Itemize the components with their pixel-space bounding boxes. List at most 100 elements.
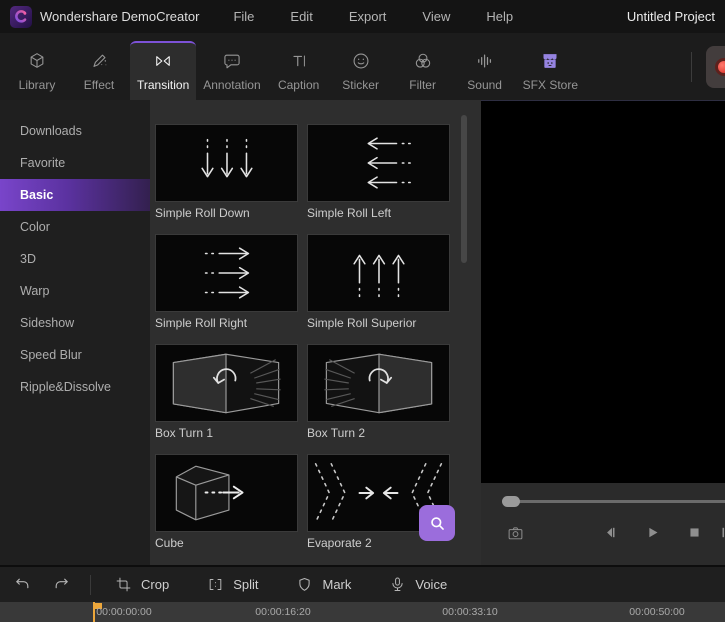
tab-label: Library [18,78,56,92]
timeline-timestamp: 00:00:16:20 [255,606,311,618]
transitions-grid: Simple Roll Down Simple Roll Left Simple… [155,124,481,551]
seek-handle[interactable] [502,496,520,507]
playhead-marker[interactable] [93,602,102,622]
transition-thumbnail[interactable] [307,234,450,312]
transition-thumbnail[interactable] [155,344,298,422]
menu-export[interactable]: Export [349,9,387,24]
transition-item-cube[interactable]: Cube [155,454,298,551]
sfx-store-icon [540,51,560,71]
app-window: Wondershare DemoCreator File Edit Export Vi… [0,0,725,622]
next-frame-button[interactable] [719,525,725,540]
menu-file[interactable]: File [233,9,254,24]
tab-label: Annotation [203,78,261,92]
filter-circles-icon [413,51,433,71]
scrollbar[interactable] [461,115,467,263]
transition-item-simple-roll-left[interactable]: Simple Roll Left [307,124,450,221]
main-area: Downloads Favorite Basic Color 3D Warp Sidesho… [0,100,725,565]
transition-name: Box Turn 2 [307,426,366,440]
crop-icon [115,576,132,593]
transition-item-simple-roll-right[interactable]: Simple Roll Right [155,234,298,331]
transition-name: Cube [155,536,184,550]
tab-sound[interactable]: Sound [454,41,516,100]
menu-bar: File Edit Export View Help [233,9,513,24]
category-sidebar: Downloads Favorite Basic Color 3D Warp Sidesho… [0,100,150,565]
transition-name: Simple Roll Down [155,206,250,220]
tab-library[interactable]: Library [6,41,68,100]
split-button[interactable]: Split [207,576,258,593]
titlebar: Wondershare DemoCreator File Edit Export Vi… [0,0,725,33]
app-title: Wondershare DemoCreator [40,9,200,24]
redo-button[interactable] [53,576,70,593]
tab-bar: Library Effect Transition Annotation Cap… [0,33,725,100]
transition-thumbnail[interactable] [155,454,298,532]
sidebar-item-color[interactable]: Color [0,211,150,243]
tab-label: Transition [137,78,190,92]
undo-icon [14,576,31,593]
tab-filter[interactable]: Filter [392,41,454,100]
timeline-timestamp: 00:00:50:00 [629,606,685,618]
tab-label: Filter [409,78,436,92]
sidebar-item-warp[interactable]: Warp [0,275,150,307]
transition-item-box-turn-1[interactable]: Box Turn 1 [155,344,298,441]
tool-label: Mark [322,577,352,592]
transition-thumbnail[interactable] [155,234,298,312]
transitions-panel: Simple Roll Down Simple Roll Left Simple… [150,100,481,565]
transition-item-box-turn-2[interactable]: Box Turn 2 [307,344,450,441]
transition-bowtie-icon [153,51,173,71]
transition-thumbnail[interactable] [307,344,450,422]
sidebar-item-sideshow[interactable]: Sideshow [0,307,150,339]
tab-label: Effect [83,78,115,92]
search-button[interactable] [419,505,455,541]
tab-label: SFX Store [522,78,578,92]
sticker-smiley-icon [351,51,371,71]
seek-bar[interactable] [507,500,725,503]
stop-icon [687,525,702,540]
transition-thumbnail[interactable] [155,124,298,202]
menu-view[interactable]: View [422,9,450,24]
record-button[interactable] [706,46,725,88]
library-cube-icon [27,51,47,71]
snapshot-button[interactable] [507,525,524,542]
sidebar-item-favorite[interactable]: Favorite [0,147,150,179]
transition-name: Simple Roll Right [155,316,248,330]
sidebar-item-3d[interactable]: 3D [0,243,150,275]
tab-sticker[interactable]: Sticker [330,41,392,100]
stop-button[interactable] [687,525,702,540]
sidebar-item-speed-blur[interactable]: Speed Blur [0,339,150,371]
play-button[interactable] [645,525,660,540]
sidebar-item-basic[interactable]: Basic [0,179,150,211]
redo-icon [53,576,70,593]
menu-edit[interactable]: Edit [290,9,312,24]
tab-sfx-store[interactable]: SFX Store [516,41,585,100]
tab-label: Sound [467,78,502,92]
next-frame-icon [719,525,725,540]
timeline-ruler[interactable]: 00:00:00:00 00:00:16:20 00:00:33:10 00:00:5… [0,602,725,622]
preview-panel [481,100,725,565]
sidebar-item-downloads[interactable]: Downloads [0,115,150,147]
playback-controls [481,483,725,565]
transition-item-simple-roll-down[interactable]: Simple Roll Down [155,124,298,221]
tool-label: Voice [415,577,448,592]
project-title: Untitled Project [626,9,715,24]
mark-icon [296,576,313,593]
effect-pen-icon [89,51,109,71]
preview-screen [481,100,725,483]
menu-help[interactable]: Help [486,9,513,24]
voice-icon [389,576,406,593]
tab-effect[interactable]: Effect [68,41,130,100]
voice-button[interactable]: Voice [389,576,447,593]
tab-transition[interactable]: Transition [130,41,197,100]
split-icon [207,576,224,593]
timeline-timestamp: 00:00:33:10 [442,606,498,618]
tab-annotation[interactable]: Annotation [196,41,267,100]
sidebar-item-ripple-dissolve[interactable]: Ripple&Dissolve [0,371,150,403]
tab-caption[interactable]: Caption [268,41,330,100]
crop-button[interactable]: Crop [115,576,169,593]
transition-thumbnail[interactable] [307,124,450,202]
previous-frame-button[interactable] [603,525,618,540]
undo-button[interactable] [14,576,31,593]
mark-button[interactable]: Mark [296,576,351,593]
edit-toolbar: Crop Split Mark Voice [0,565,725,602]
tool-label: Crop [141,577,170,592]
transition-item-simple-roll-superior[interactable]: Simple Roll Superior [307,234,450,331]
